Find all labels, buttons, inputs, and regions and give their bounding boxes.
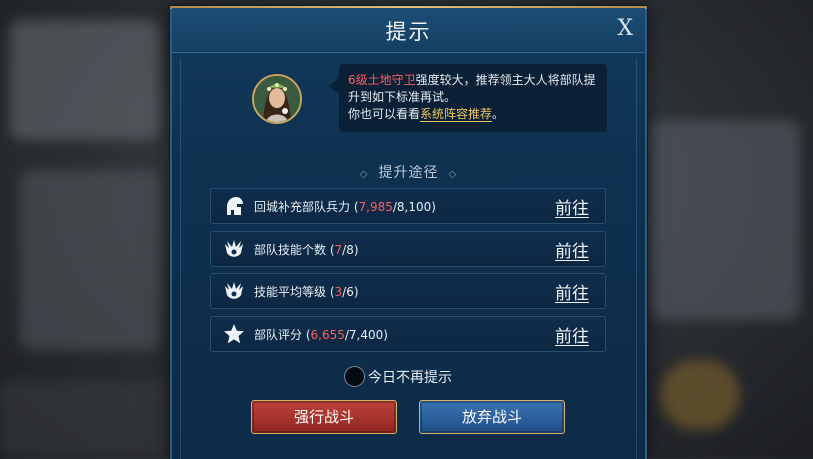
row-target-value: /8,100 <box>392 200 432 214</box>
upgrade-row-skill-level: 技能平均等级 (3/6) 前往 <box>210 273 606 309</box>
upgrade-row-label: 技能平均等级 (3/6) <box>254 285 359 299</box>
row-target-value: /8 <box>342 243 354 257</box>
background-blur <box>660 360 740 430</box>
troop-emblem-icon <box>223 238 245 260</box>
upgrade-row-label: 部队评分 (6,655/7,400) <box>254 328 388 342</box>
message-bubble: 6级土地守卫强度较大，推荐领主大人将部队提升到如下标准再试。 你也可以看看系统阵… <box>329 64 607 132</box>
background-blur <box>0 380 170 457</box>
row-current-value: 3 <box>334 285 343 299</box>
dont-remind-checkbox[interactable] <box>344 366 365 387</box>
row-label-text: 部队技能个数 <box>254 243 327 257</box>
message-highlight: 6级土地守卫 <box>348 73 416 87</box>
ornament-left-icon: ◇ <box>359 169 369 180</box>
row-current-value: 6,655 <box>310 328 345 342</box>
force-battle-button[interactable]: 强行战斗 <box>251 400 397 434</box>
message-line2-suffix: 。 <box>492 107 505 121</box>
go-button-score[interactable]: 前往 <box>555 322 589 347</box>
ornament-right-icon: ◇ <box>448 169 458 180</box>
give-up-battle-button[interactable]: 放弃战斗 <box>419 400 565 434</box>
dont-remind-label: 今日不再提示 <box>368 370 452 386</box>
row-current-value: 7 <box>334 243 343 257</box>
star-icon <box>223 323 245 345</box>
lineup-recommend-link[interactable]: 系统阵容推荐 <box>420 107 493 122</box>
row-current-value: 7,985 <box>358 200 393 214</box>
message-text: 6级土地守卫强度较大，推荐领主大人将部队提升到如下标准再试。 你也可以看看系统阵… <box>348 72 600 123</box>
background-blur <box>650 120 800 320</box>
skill-emblem-icon <box>223 280 245 302</box>
dialog-header: 提示 X <box>172 8 645 53</box>
upgrade-row-label: 回城补充部队兵力 (7,985/8,100) <box>254 200 436 214</box>
row-label-text: 技能平均等级 <box>254 285 327 299</box>
message-line2-prefix: 你也可以看看 <box>348 107 421 121</box>
row-target-value: /7,400 <box>344 328 384 342</box>
upgrade-row-troops: 回城补充部队兵力 (7,985/8,100) 前往 <box>210 188 606 224</box>
upgrade-row-label: 部队技能个数 (7/8) <box>254 243 359 257</box>
helmet-icon <box>223 195 245 217</box>
prompt-dialog: 提示 X 6级土地守卫强度较大，推荐领主大人将部队提升到如下标准再试。 你也可以… <box>170 6 647 459</box>
row-label-text: 回城补充部队兵力 <box>254 200 351 214</box>
advisor-portrait-icon <box>254 76 300 122</box>
upgrade-row-skill-count: 部队技能个数 (7/8) 前往 <box>210 231 606 267</box>
go-button-skill-count[interactable]: 前往 <box>555 237 589 262</box>
section-header: ◇ 提升途径 ◇ <box>172 162 645 182</box>
go-button-skill-level[interactable]: 前往 <box>555 279 589 304</box>
section-title: 提升途径 <box>378 165 439 181</box>
dialog-title: 提示 <box>385 20 432 44</box>
row-label-text: 部队评分 <box>254 328 303 342</box>
go-button-troops[interactable]: 前往 <box>555 194 589 219</box>
background-blur <box>10 20 160 140</box>
close-button[interactable]: X <box>617 17 633 41</box>
upgrade-row-score: 部队评分 (6,655/7,400) 前往 <box>210 316 606 352</box>
advisor-avatar <box>252 74 302 124</box>
background-blur <box>20 170 160 350</box>
row-target-value: /6 <box>342 285 354 299</box>
